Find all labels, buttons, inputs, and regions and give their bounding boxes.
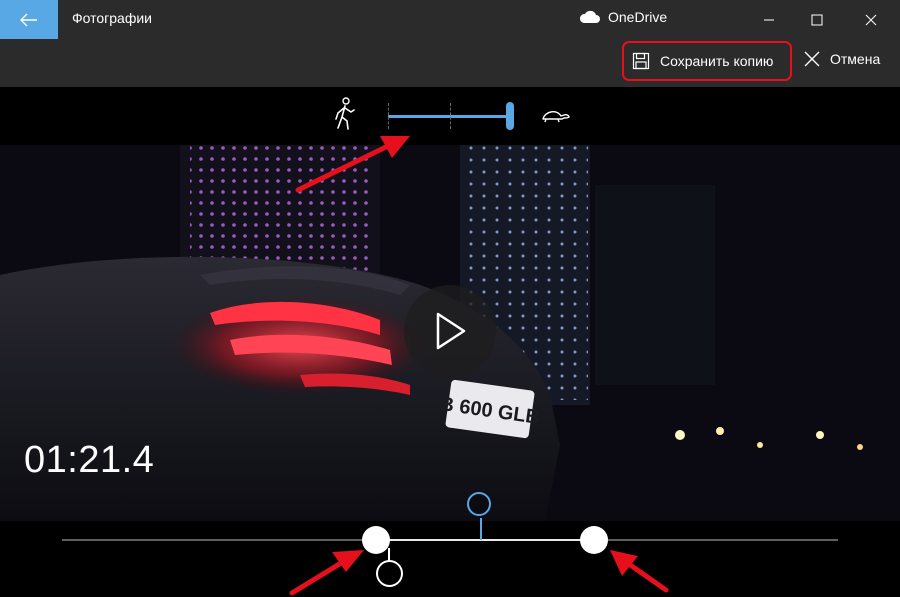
close-icon [804,51,820,67]
minimize-icon [764,19,774,20]
photos-video-editor: Фотографии OneDrive Сохранить копию Отме… [0,0,900,597]
onedrive-label: OneDrive [608,9,668,25]
cancel-button[interactable]: Отмена [804,51,880,67]
speed-thumb[interactable] [506,102,514,130]
playhead-stem [480,518,482,540]
walking-person-icon [335,97,355,130]
save-copy-button[interactable]: Сохранить копию [622,41,792,81]
speed-slider[interactable] [384,99,520,133]
maximize-icon [811,14,823,25]
trim-start-handle[interactable] [362,526,390,554]
play-button[interactable] [404,285,496,377]
back-button[interactable] [0,0,58,39]
app-title: Фотографии [72,10,153,26]
timeline-selected-range [376,539,594,541]
speed-tick [388,103,390,129]
onedrive-status[interactable]: OneDrive [578,9,667,25]
minimize-button[interactable] [746,0,792,39]
close-icon [865,14,877,25]
timecode: 01:21.4 [24,439,155,481]
position-marker-handle[interactable] [376,560,403,587]
trim-timeline [0,486,900,597]
turtle-icon [542,111,570,123]
playhead-handle[interactable] [467,492,491,516]
command-bar: Сохранить копию Отмена [0,39,900,87]
title-bar: Фотографии OneDrive [0,0,900,39]
video-preview[interactable]: B 600 GLB 01:21.4 [0,145,900,521]
maximize-button[interactable] [794,0,840,39]
cancel-label: Отмена [830,51,881,67]
arrow-left-icon [20,13,37,26]
cloud-icon [578,10,600,24]
speed-tick [450,103,452,129]
play-icon [436,312,466,350]
speed-control [0,87,900,145]
close-window-button[interactable] [848,0,894,39]
timeline-background [0,521,900,597]
save-copy-label: Сохранить копию [660,53,774,69]
save-icon [632,52,650,70]
trim-end-handle[interactable] [580,526,608,554]
